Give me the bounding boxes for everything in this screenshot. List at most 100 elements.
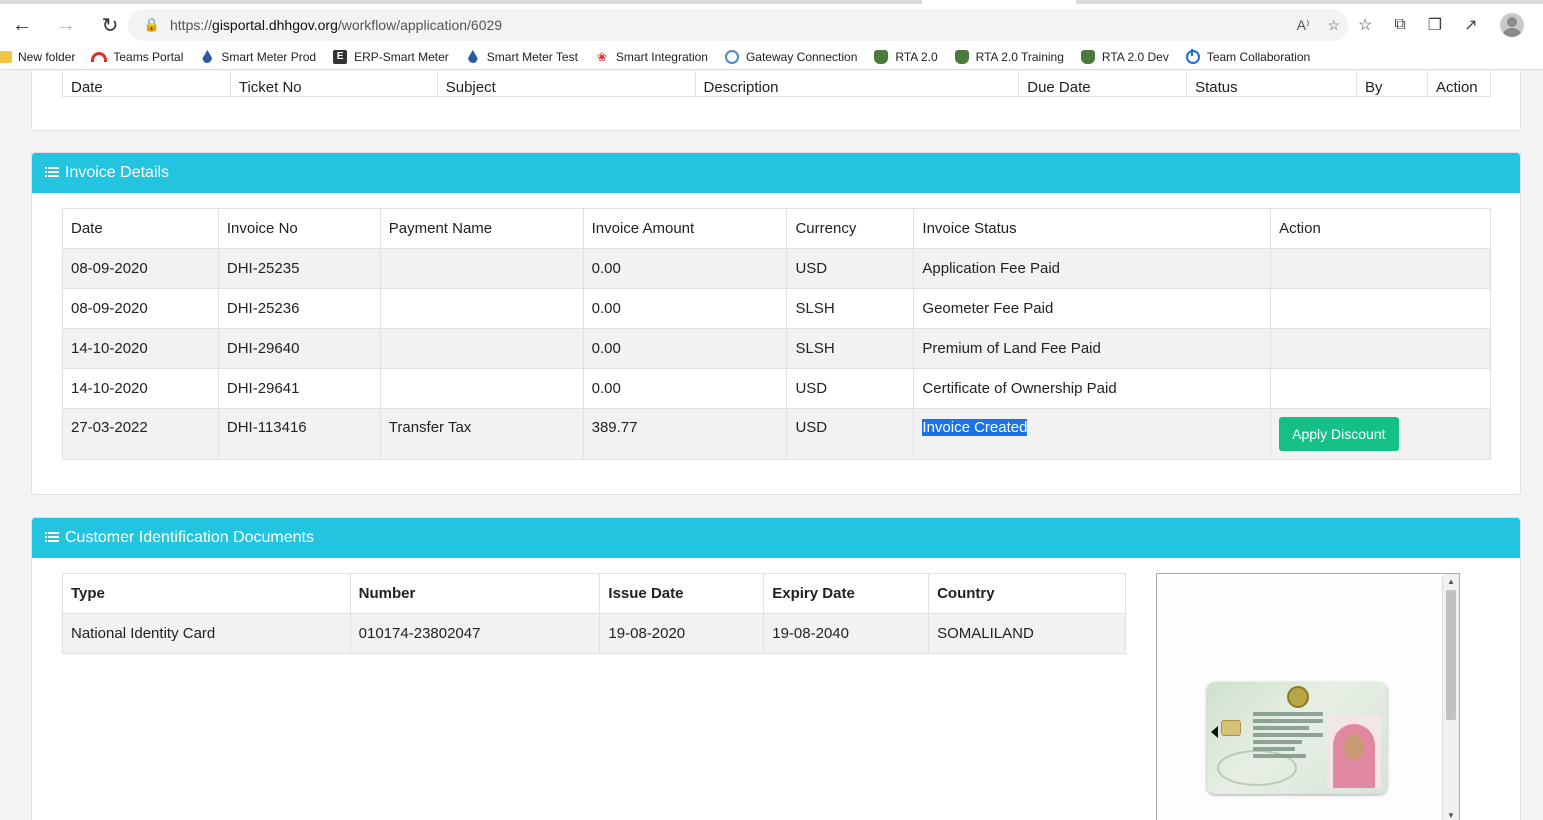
profile-avatar[interactable] [1499, 13, 1524, 37]
lock-icon: 🔒 [143, 17, 161, 32]
column-header: Number [349, 573, 601, 614]
document-preview[interactable]: ▲ ▼ [1156, 573, 1460, 820]
apply-discount-button[interactable]: Apply Discount [1279, 417, 1399, 451]
table-header-row: Date Ticket No Subject Description Due D… [62, 71, 1492, 97]
invoice-date: 14-10-2020 [62, 368, 219, 409]
customer-identification-header: Customer Identification Documents [32, 518, 1520, 558]
chip-graphic [1221, 720, 1241, 736]
invoice-amount: 0.00 [582, 328, 788, 369]
triangle-mark [1211, 726, 1218, 738]
column-header: Status [1186, 71, 1357, 97]
invoice-status: Invoice Created [913, 408, 1272, 460]
refresh-button[interactable]: ↻ [88, 8, 132, 42]
table-row: 14-10-2020 DHI-29640 0.00 SLSH Premium o… [62, 328, 1491, 369]
table-header-row: Type Number Issue Date Expiry Date Count… [62, 573, 1126, 614]
url-text[interactable]: https://gisportal.dhhgov.org/workflow/ap… [170, 17, 502, 33]
invoice-status: Geometer Fee Paid [913, 288, 1272, 329]
bookmark-rta-2-dev[interactable]: RTA 2.0 Dev [1080, 49, 1169, 65]
bookmark-rta-2-training[interactable]: RTA 2.0 Training [954, 49, 1064, 65]
column-header: Ticket No [229, 71, 438, 97]
tickets-card: Date Ticket No Subject Description Due D… [31, 71, 1521, 131]
country: SOMALILAND [928, 613, 1126, 654]
bookmark-teams-portal[interactable]: Teams Portal [91, 49, 183, 65]
column-header: By [1356, 71, 1428, 97]
currency: SLSH [786, 328, 915, 369]
payment-name [379, 288, 584, 329]
invoice-date: 08-09-2020 [62, 248, 219, 289]
scroll-thumb[interactable] [1446, 590, 1456, 720]
favorites-icon[interactable]: ☆ [1358, 15, 1372, 35]
table-header-row: Date Invoice No Payment Name Invoice Amo… [62, 208, 1491, 249]
table-row: 14-10-2020 DHI-29641 0.00 USD Certificat… [62, 368, 1491, 409]
document-type: National Identity Card [62, 613, 351, 654]
column-header: Date [62, 208, 219, 249]
selected-status-text[interactable]: Invoice Created [922, 419, 1028, 436]
read-aloud-icon[interactable]: A⁾ [1297, 17, 1310, 34]
bookmark-rta-2[interactable]: RTA 2.0 [873, 49, 938, 65]
document-preview-image [1159, 576, 1443, 820]
folder-icon [0, 50, 12, 63]
invoice-status: Certificate of Ownership Paid [913, 368, 1272, 409]
invoice-action [1270, 248, 1491, 289]
national-id-card-image [1207, 682, 1387, 794]
extensions-icon[interactable]: ❐ [1428, 15, 1442, 35]
invoice-status: Premium of Land Fee Paid [913, 328, 1272, 369]
column-header: Action [1426, 71, 1492, 97]
column-header: Due Date [1018, 71, 1188, 97]
tab-inactive[interactable] [0, 0, 922, 4]
back-button[interactable]: ← [0, 8, 44, 42]
bookmark-erp-smart-meter[interactable]: E ERP-Smart Meter [332, 49, 449, 65]
address-bar[interactable]: 🔒 https://gisportal.dhhgov.org/workflow/… [128, 9, 1348, 41]
bookmark-gateway-connection[interactable]: Gateway Connection [724, 49, 857, 65]
huawei-icon: ❀ [596, 49, 607, 64]
invoice-date: 08-09-2020 [62, 288, 219, 329]
favorite-add-icon[interactable]: ☆ [1327, 17, 1340, 34]
preview-scrollbar[interactable]: ▲ ▼ [1443, 574, 1459, 820]
column-header: Expiry Date [763, 573, 930, 614]
invoice-details-card: Invoice Details Date Invoice No Payment … [31, 152, 1521, 495]
document-number: 010174-23802047 [349, 613, 601, 654]
identification-table: Type Number Issue Date Expiry Date Count… [62, 573, 1126, 654]
bookmark-team-collaboration[interactable]: Team Collaboration [1185, 48, 1310, 65]
gateway-icon [724, 49, 739, 64]
currency: USD [786, 368, 915, 409]
tickets-table: Date Ticket No Subject Description Due D… [62, 71, 1492, 97]
column-header: Invoice Status [913, 208, 1272, 249]
bookmark-smart-meter-prod[interactable]: Smart Meter Prod [199, 49, 316, 65]
payment-name [379, 248, 584, 289]
list-icon [45, 167, 59, 177]
bookmark-new-folder[interactable]: New folder [0, 50, 75, 64]
invoice-action [1270, 368, 1491, 409]
back-arrow-icon: ← [12, 13, 32, 36]
invoice-date: 27-03-2022 [62, 408, 219, 460]
invoice-amount: 0.00 [582, 368, 788, 409]
scroll-up-icon[interactable]: ▲ [1443, 574, 1459, 588]
seal-emblem [1287, 686, 1309, 708]
list-icon [45, 532, 59, 542]
column-header: Subject [436, 71, 696, 97]
bookmark-smart-meter-test[interactable]: Smart Meter Test [465, 49, 578, 65]
invoice-amount: 0.00 [582, 288, 788, 329]
column-header: Date [62, 71, 231, 97]
invoice-amount: 389.77 [582, 408, 788, 460]
power-icon [1185, 48, 1200, 64]
invoice-number: DHI-25235 [217, 248, 381, 289]
scroll-down-icon[interactable]: ▼ [1443, 808, 1459, 820]
column-header: Invoice No [217, 208, 381, 249]
id-photo [1327, 716, 1381, 788]
invoice-status: Application Fee Paid [913, 248, 1272, 289]
invoice-number: DHI-29641 [217, 368, 381, 409]
browser-toolbar: ← → ↻ 🔒 https://gisportal.dhhgov.org/wor… [0, 6, 1543, 44]
column-header: Issue Date [599, 573, 765, 614]
column-header: Invoice Amount [582, 208, 788, 249]
customer-identification-card: Customer Identification Documents Type N… [31, 517, 1521, 820]
invoice-date: 14-10-2020 [62, 328, 219, 369]
forward-button[interactable]: → [44, 8, 88, 42]
share-icon[interactable]: ↗ [1464, 15, 1477, 35]
collections-icon[interactable]: ⧉ [1394, 16, 1405, 34]
invoice-number: DHI-29640 [217, 328, 381, 369]
table-row: National Identity Card 010174-23802047 1… [62, 613, 1126, 654]
bookmark-smart-integration[interactable]: ❀ Smart Integration [594, 49, 708, 65]
currency: SLSH [786, 288, 915, 329]
tab-inactive[interactable] [1076, 0, 1543, 4]
